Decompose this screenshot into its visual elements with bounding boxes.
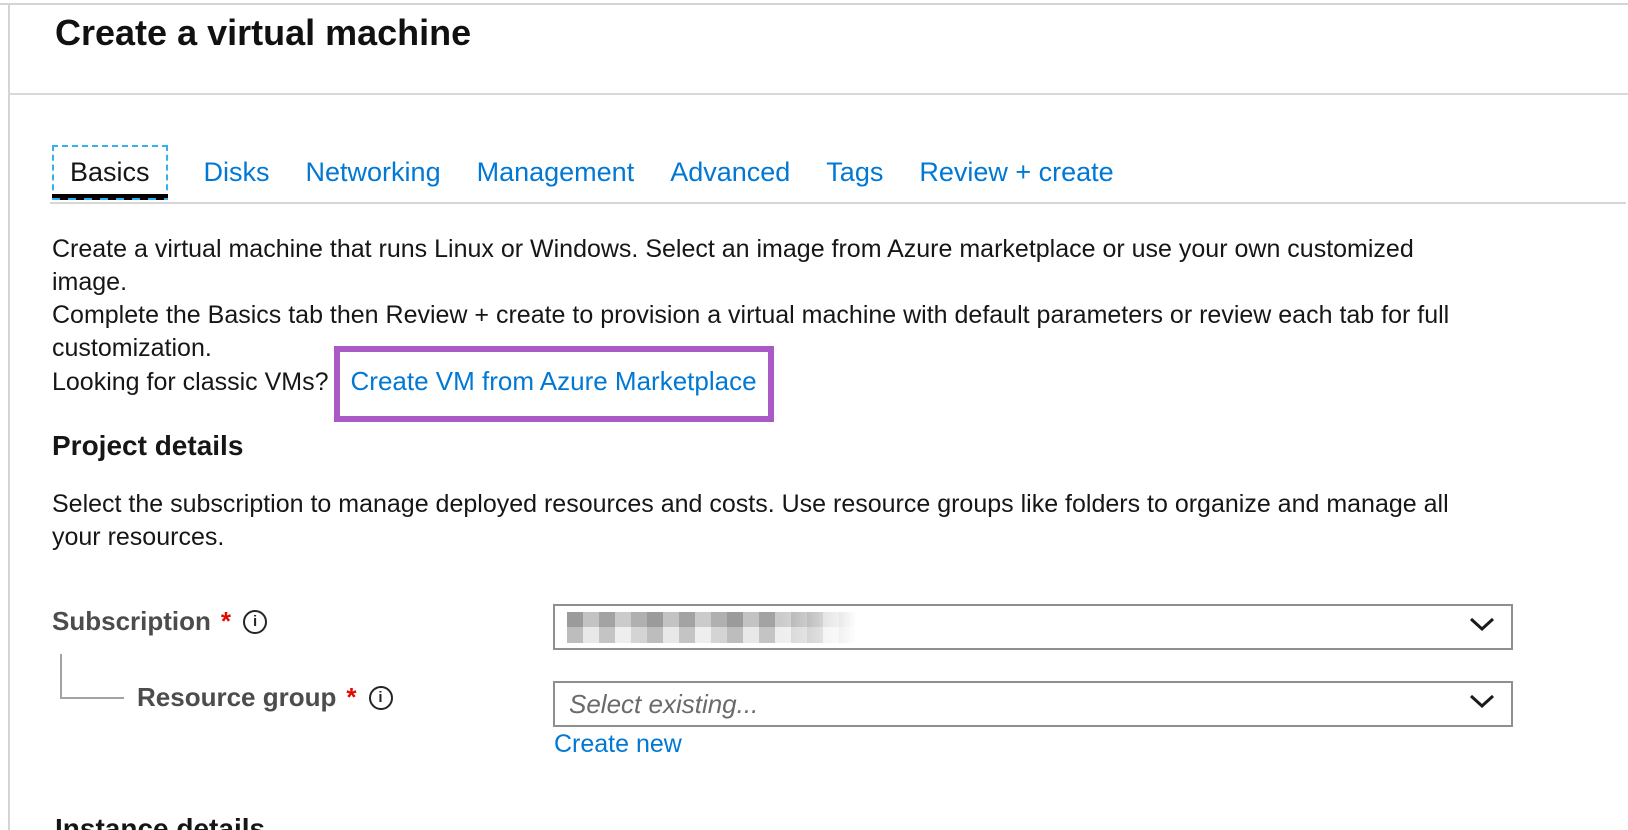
active-tab-underline	[52, 194, 168, 200]
subscription-value-redacted	[567, 612, 863, 643]
intro-line: Complete the Basics tab then Review + cr…	[52, 299, 1449, 332]
resource-group-placeholder: Select existing...	[555, 683, 1511, 725]
tab-disks[interactable]: Disks	[204, 157, 270, 188]
subscription-field-label: Subscription * i	[52, 606, 267, 637]
tab-tags-label: Tags	[826, 157, 883, 187]
tab-review-create-label: Review + create	[919, 157, 1113, 187]
tab-tags[interactable]: Tags	[826, 157, 883, 188]
subscription-dropdown[interactable]	[553, 604, 1513, 650]
top-border-line	[0, 3, 1628, 5]
field-tree-connector-horizontal	[60, 697, 124, 699]
tab-management[interactable]: Management	[477, 157, 635, 188]
tab-review-create[interactable]: Review + create	[919, 157, 1113, 188]
info-icon[interactable]: i	[369, 686, 393, 710]
tab-networking[interactable]: Networking	[306, 157, 441, 188]
chevron-down-icon	[1469, 617, 1495, 637]
resource-group-field-label: Resource group * i	[137, 682, 393, 713]
intro-line-classic-vms: Looking for classic VMs? Create VM from A…	[52, 365, 1449, 398]
create-vm-page: Create a virtual machine Basics Disks Ne…	[0, 0, 1628, 830]
classic-vms-question: Looking for classic VMs?	[52, 368, 329, 396]
create-new-resource-group-link[interactable]: Create new	[554, 730, 682, 759]
intro-line: Create a virtual machine that runs Linux…	[52, 233, 1449, 266]
create-vm-marketplace-link[interactable]: Create VM from Azure Marketplace	[351, 366, 757, 396]
tab-management-label: Management	[477, 157, 635, 187]
tab-advanced-label: Advanced	[670, 157, 790, 187]
subscription-required-marker: *	[221, 606, 231, 637]
intro-line: customization.	[52, 332, 1449, 365]
info-icon[interactable]: i	[243, 610, 267, 634]
field-tree-connector-vertical	[60, 654, 62, 699]
resource-group-dropdown[interactable]: Select existing...	[553, 681, 1513, 727]
resource-group-label-text: Resource group	[137, 682, 336, 713]
page-title: Create a virtual machine	[55, 12, 471, 54]
tab-divider-line	[50, 202, 1626, 204]
project-details-description-line: Select the subscription to manage deploy…	[52, 488, 1449, 521]
left-border-line	[8, 3, 10, 830]
project-details-description-line: your resources.	[52, 521, 1449, 554]
tab-basics[interactable]: Basics	[52, 145, 168, 200]
chevron-down-icon	[1469, 694, 1495, 714]
tab-basics-label: Basics	[70, 157, 150, 187]
tab-bar: Basics Disks Networking Management Advan…	[52, 145, 1114, 200]
subscription-label-text: Subscription	[52, 606, 211, 637]
instance-details-heading: Instance details	[55, 813, 265, 830]
tab-advanced[interactable]: Advanced	[670, 157, 790, 188]
intro-text: Create a virtual machine that runs Linux…	[52, 233, 1449, 398]
resource-group-required-marker: *	[346, 682, 356, 713]
header-divider-line	[9, 93, 1628, 95]
intro-line: image.	[52, 266, 1449, 299]
tab-networking-label: Networking	[306, 157, 441, 187]
project-details-heading: Project details	[52, 430, 243, 462]
project-details-description: Select the subscription to manage deploy…	[52, 488, 1449, 554]
tab-disks-label: Disks	[204, 157, 270, 187]
